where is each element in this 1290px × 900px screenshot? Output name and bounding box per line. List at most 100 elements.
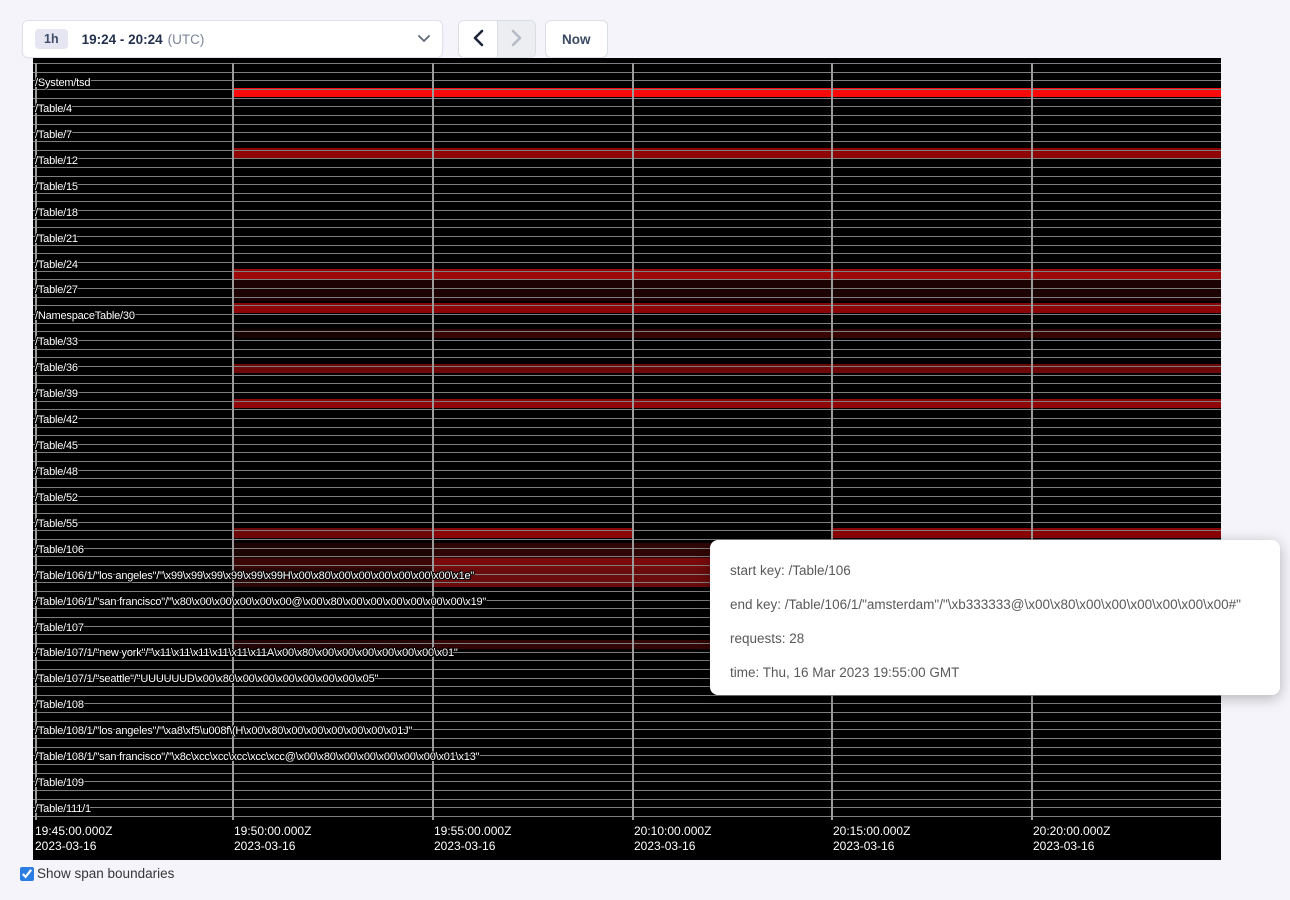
span-key-label: /Table/55 bbox=[35, 518, 78, 530]
span-key-label: /Table/106 bbox=[35, 544, 84, 556]
span-boundary-line bbox=[33, 452, 1221, 453]
span-boundary-line bbox=[33, 141, 1221, 142]
span-boundary-line bbox=[33, 496, 1221, 497]
span-key-label: /Table/18 bbox=[35, 207, 78, 219]
span-boundary-line bbox=[33, 98, 1221, 99]
span-key-label: /Table/107 bbox=[35, 622, 84, 634]
prev-time-button[interactable] bbox=[459, 21, 497, 57]
time-boundary-line bbox=[1031, 63, 1033, 820]
span-boundary-line bbox=[33, 72, 1221, 73]
span-boundary-line bbox=[33, 747, 1221, 748]
span-key-label: /Table/108/1/"san francisco"/"\x8c\xcc\x… bbox=[35, 751, 479, 763]
time-boundary-line bbox=[432, 63, 434, 820]
span-boundary-line bbox=[33, 176, 1221, 177]
span-key-label: /System/tsd bbox=[35, 77, 90, 89]
span-boundary-line bbox=[33, 513, 1221, 514]
span-key-label: /NamespaceTable/30 bbox=[35, 310, 135, 322]
time-boundary-line bbox=[232, 63, 234, 820]
tooltip-time: time: Thu, 16 Mar 2023 19:55:00 GMT bbox=[730, 656, 1280, 690]
span-boundary-line bbox=[33, 106, 1221, 107]
span-boundary-line bbox=[33, 227, 1221, 228]
span-boundary-line bbox=[33, 816, 1221, 817]
span-boundary-line bbox=[33, 409, 1221, 410]
span-boundary-line bbox=[33, 271, 1221, 272]
span-key-label: /Table/52 bbox=[35, 492, 78, 504]
span-key-label: /Table/111/1 bbox=[35, 803, 91, 815]
span-boundary-line bbox=[33, 245, 1221, 246]
span-key-label: /Table/107/1/"new york"/"\x11\x11\x11\x1… bbox=[35, 647, 458, 659]
span-boundary-line bbox=[33, 201, 1221, 202]
show-span-boundaries-toggle[interactable]: Show span boundaries bbox=[20, 866, 174, 881]
span-boundary-line bbox=[33, 158, 1221, 159]
span-boundary-line bbox=[33, 80, 1221, 81]
span-key-label: /Table/21 bbox=[35, 233, 78, 245]
span-boundary-line bbox=[33, 115, 1221, 116]
span-boundary-line bbox=[33, 63, 1221, 64]
tooltip-start-key: start key: /Table/106 bbox=[730, 554, 1280, 588]
span-boundary-line bbox=[33, 305, 1221, 306]
heat-band[interactable] bbox=[232, 558, 432, 568]
span-boundary-line bbox=[33, 461, 1221, 462]
span-key-label: /Table/108/1/"los angeles"/"\xa8\xf5\u00… bbox=[35, 725, 412, 737]
span-boundary-line bbox=[33, 253, 1221, 254]
span-key-label: /Table/42 bbox=[35, 414, 78, 426]
time-range-selector[interactable]: 1h 19:24 - 20:24 (UTC) bbox=[22, 20, 443, 58]
span-boundary-line bbox=[33, 349, 1221, 350]
span-boundary-line bbox=[33, 331, 1221, 332]
span-key-label: /Table/27 bbox=[35, 284, 78, 296]
span-key-label: /Table/12 bbox=[35, 155, 78, 167]
show-span-boundaries-label: Show span boundaries bbox=[37, 866, 174, 881]
time-axis-label: 19:55:00.000Z2023-03-16 bbox=[434, 824, 511, 854]
now-button[interactable]: Now bbox=[545, 20, 608, 58]
show-span-boundaries-checkbox[interactable] bbox=[20, 867, 34, 881]
key-visualizer-canvas[interactable]: /System/tsd/Table/4/Table/7/Table/12/Tab… bbox=[33, 58, 1221, 860]
span-boundary-line bbox=[33, 487, 1221, 488]
span-key-label: /Table/36 bbox=[35, 362, 78, 374]
span-tooltip: start key: /Table/106 end key: /Table/10… bbox=[710, 540, 1280, 695]
time-axis-label: 20:20:00.000Z2023-03-16 bbox=[1033, 824, 1110, 854]
span-boundary-line bbox=[33, 504, 1221, 505]
span-key-label: /Table/107/1/"seattle"/"UUUUUUD\x00\x80\… bbox=[35, 673, 378, 685]
timezone-text: (UTC) bbox=[168, 32, 205, 47]
tooltip-requests: requests: 28 bbox=[730, 622, 1280, 656]
span-boundary-line bbox=[33, 357, 1221, 358]
time-boundary-line bbox=[632, 63, 634, 820]
span-boundary-line bbox=[33, 695, 1221, 696]
span-boundary-line bbox=[33, 236, 1221, 237]
time-axis-label: 19:45:00.000Z2023-03-16 bbox=[35, 824, 112, 854]
span-boundary-line bbox=[33, 703, 1221, 704]
span-boundary-line bbox=[33, 530, 1221, 531]
chevron-left-icon bbox=[473, 29, 484, 50]
span-boundary-line bbox=[33, 210, 1221, 211]
span-boundary-line bbox=[33, 124, 1221, 125]
span-boundary-line bbox=[33, 167, 1221, 168]
span-key-label: /Table/7 bbox=[35, 129, 72, 141]
span-key-label: /Table/33 bbox=[35, 336, 78, 348]
span-boundary-line bbox=[33, 297, 1221, 298]
span-boundary-line bbox=[33, 807, 1221, 808]
span-key-label: /Table/48 bbox=[35, 466, 78, 478]
next-time-button[interactable] bbox=[497, 21, 535, 57]
span-boundary-line bbox=[33, 132, 1221, 133]
time-nav-group bbox=[458, 20, 536, 58]
span-boundary-line bbox=[33, 435, 1221, 436]
span-boundary-line bbox=[33, 288, 1221, 289]
span-boundary-line bbox=[33, 279, 1221, 280]
time-range-text: 19:24 - 20:24 bbox=[82, 32, 163, 47]
span-key-label: /Table/106/1/"los angeles"/"\x99\x99\x99… bbox=[35, 570, 474, 582]
span-boundary-line bbox=[33, 738, 1221, 739]
span-boundary-line bbox=[33, 781, 1221, 782]
span-boundary-line bbox=[33, 773, 1221, 774]
span-key-label: /Table/106/1/"san francisco"/"\x80\x00\x… bbox=[35, 596, 486, 608]
span-boundary-line bbox=[33, 721, 1221, 722]
chevron-down-icon bbox=[418, 35, 430, 43]
span-boundary-line bbox=[33, 323, 1221, 324]
span-boundary-line bbox=[33, 340, 1221, 341]
span-key-label: /Table/45 bbox=[35, 440, 78, 452]
chevron-right-icon bbox=[511, 29, 522, 50]
span-key-label: /Table/24 bbox=[35, 259, 78, 271]
span-boundary-line bbox=[33, 522, 1221, 523]
time-axis-label: 19:50:00.000Z2023-03-16 bbox=[234, 824, 311, 854]
span-boundary-line bbox=[33, 470, 1221, 471]
span-key-label: /Table/15 bbox=[35, 181, 78, 193]
